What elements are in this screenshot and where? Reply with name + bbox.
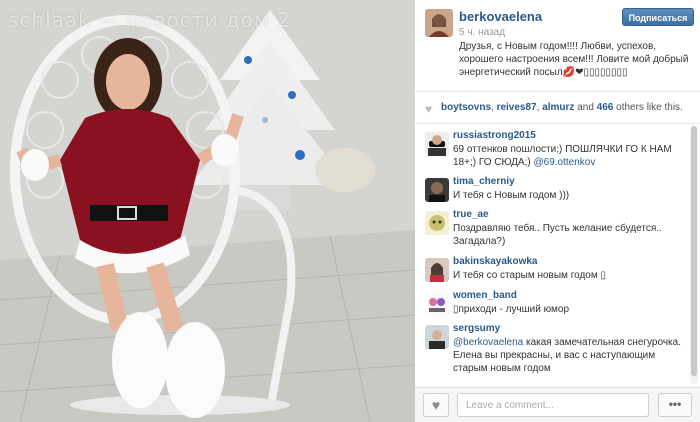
commenter-avatar[interactable] — [425, 132, 449, 156]
likes-row: ♥ boytsovns, reives87, almurz and 466 ot… — [415, 92, 700, 124]
post-caption: Друзья, с Новым годом!!!! Любви, успехов… — [459, 41, 689, 78]
comment-username[interactable]: women_band — [453, 290, 517, 301]
photo-illustration — [0, 0, 415, 422]
post-side-panel: berkovaelena Подписаться 5 ч. назад Друз… — [415, 0, 700, 422]
post-time: 5 ч. назад — [459, 27, 506, 38]
liker-link[interactable]: almurz — [542, 102, 574, 113]
comment-text: Поздравляю тебя.. Пусть желание сбудется… — [453, 223, 662, 247]
commenter-avatar[interactable] — [425, 178, 449, 202]
comment-footer: ♥ ••• — [415, 387, 700, 422]
like-button[interactable]: ♥ — [423, 393, 449, 417]
commenter-avatar[interactable] — [425, 292, 449, 316]
comment-text: @berkovaelena какая замечательная снегур… — [453, 337, 681, 374]
author-username[interactable]: berkovaelena — [459, 9, 542, 24]
scrollbar-thumb[interactable] — [691, 126, 697, 376]
commenter-avatar[interactable] — [425, 325, 449, 349]
subscribe-button[interactable]: Подписаться — [622, 8, 694, 26]
comment-text: 69 оттенков пошлости;) ПОШЛЯЧКИ ГО К НАМ… — [453, 144, 672, 168]
likes-text: boytsovns, reives87, almurz and 466 othe… — [441, 102, 683, 113]
liker-link[interactable]: reives87 — [497, 102, 537, 113]
comments-list: russiastrong2015 69 оттенков пошлости;) … — [415, 124, 687, 387]
post-header: berkovaelena Подписаться 5 ч. назад Друз… — [415, 0, 700, 92]
comment-username[interactable]: sergsumy — [453, 323, 500, 334]
instagram-viewer: schlaak — новости дом 2 berkovaelena Под… — [0, 0, 700, 422]
author-avatar[interactable] — [425, 9, 453, 37]
post-photo[interactable]: schlaak — новости дом 2 — [0, 0, 415, 422]
photo-watermark: schlaak — новости дом 2 — [8, 8, 292, 32]
heart-icon: ♥ — [431, 397, 441, 413]
comment-text: И тебя с Новым годом ))) — [453, 190, 570, 201]
likes-count[interactable]: 466 — [597, 102, 614, 113]
comments-scrollbar[interactable] — [690, 126, 698, 384]
comment-username[interactable]: true_ae — [453, 209, 489, 220]
comment-input[interactable] — [457, 393, 649, 417]
comment-mention[interactable]: @berkovaelena — [453, 337, 523, 348]
comment-text: И тебя со старым новым годом ▯ — [453, 270, 607, 281]
commenter-avatar[interactable] — [425, 258, 449, 282]
comment-username[interactable]: bakinskayakowka — [453, 256, 538, 267]
comment-username[interactable]: tima_cherniy — [453, 176, 515, 187]
comment-username[interactable]: russiastrong2015 — [453, 130, 536, 141]
comment-mention[interactable]: @69.ottenkov — [533, 157, 595, 168]
comment-text: ▯приходи - лучший юмор — [453, 304, 570, 315]
more-options-button[interactable]: ••• — [658, 393, 692, 417]
liker-link[interactable]: boytsovns — [441, 102, 491, 113]
heart-icon: ♥ — [425, 102, 433, 116]
commenter-avatar[interactable] — [425, 211, 449, 235]
